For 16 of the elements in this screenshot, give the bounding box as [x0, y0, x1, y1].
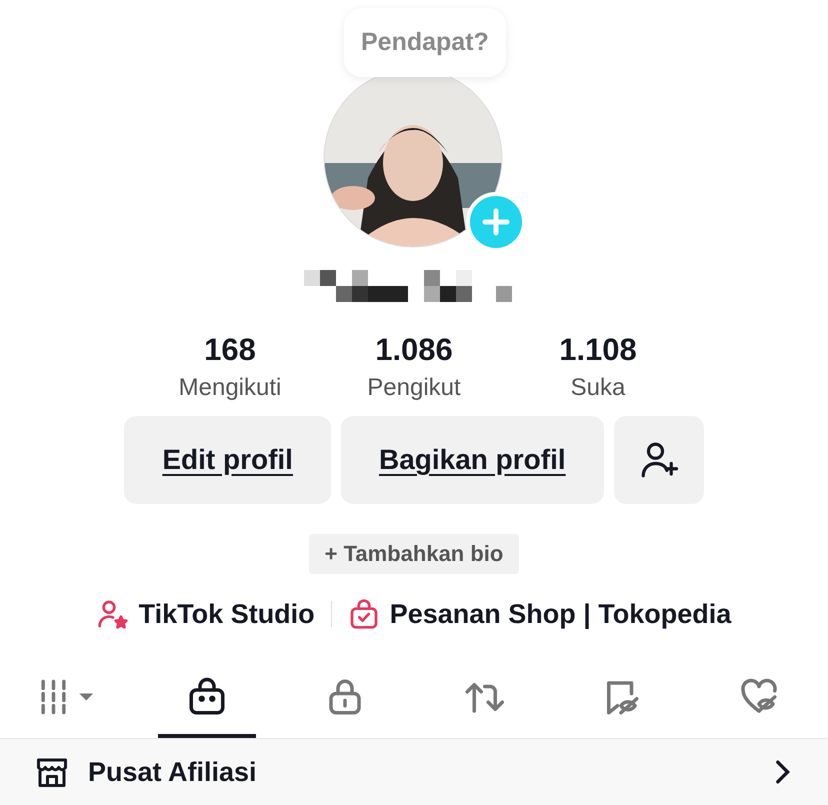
profile-button[interactable]: Bagikan profil: [340, 416, 604, 504]
stat-value: 1.108: [559, 332, 637, 368]
stat-label: Suka: [570, 374, 626, 402]
stat-value: 1.086: [375, 332, 453, 368]
stat-label: Mengikuti: [178, 374, 282, 402]
person-star-icon: [96, 598, 129, 630]
shortcut-link[interactable]: TikTok Studio: [96, 598, 315, 630]
add-bio-button[interactable]: + Tambahkan bio: [308, 534, 520, 574]
affiliate-row[interactable]: Pusat Afiliasi: [0, 739, 828, 805]
row-label: Pusat Afiliasi: [88, 756, 258, 788]
add-friend-button[interactable]: [614, 416, 704, 504]
stat-label: Pengikut: [367, 374, 461, 402]
shortcut-link[interactable]: Pesanan Shop | Tokopedia: [348, 598, 732, 630]
profile-button[interactable]: Edit profil: [124, 416, 331, 504]
stat-value: 168: [204, 332, 256, 368]
shopping-bag-check-icon: [348, 598, 380, 630]
